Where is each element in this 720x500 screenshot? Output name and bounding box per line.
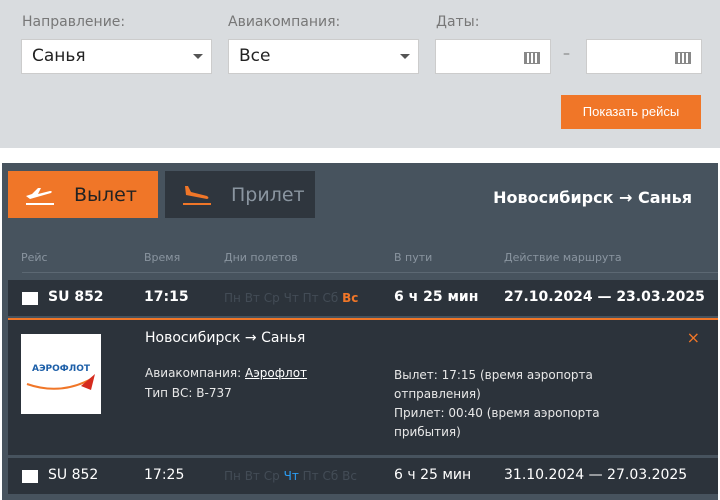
direction-value: Санья (32, 46, 86, 66)
departure-plane-icon (26, 187, 54, 205)
details-route: Новосибирск → Санья (145, 330, 306, 346)
details-departure: Вылет: 17:15 (время аэропорта отправлени… (394, 368, 593, 401)
flight-number: SU 852 (48, 289, 104, 305)
calendar-icon[interactable] (524, 52, 540, 64)
filters-panel: Направление: Санья Авиакомпания: Все Дат… (0, 0, 720, 148)
tab-arrival[interactable]: Прилет (165, 171, 315, 218)
airline-logo-icon (22, 292, 38, 305)
column-duration: В пути (394, 251, 433, 264)
flights-board: Вылет Прилет Новосибирск → Санья Рейс Вр… (2, 163, 718, 500)
flight-days: Пн Вт Ср Чт Пт Сб Вс (224, 469, 357, 483)
details-airline: Авиакомпания: Аэрофлот (145, 366, 308, 380)
tab-arrival-label: Прилет (231, 183, 305, 206)
flight-number: SU 852 (48, 467, 99, 483)
tab-departure-label: Вылет (74, 183, 137, 206)
flight-days: Пн Вт Ср Чт Пт Сб Вс (224, 291, 359, 305)
direction-label: Направление: (22, 14, 126, 30)
chevron-down-icon (400, 54, 410, 59)
arrival-plane-icon (183, 185, 211, 205)
airline-value: Все (239, 46, 271, 66)
dates-label: Даты: (436, 14, 480, 30)
details-arrival: Прилет: 00:40 (время аэропорта прибытия) (394, 406, 600, 439)
show-flights-button[interactable]: Показать рейсы (561, 95, 701, 129)
column-time: Время (144, 251, 181, 264)
column-period: Действие маршрута (504, 251, 622, 264)
column-flight: Рейс (21, 251, 48, 264)
header-divider (22, 272, 718, 273)
chevron-down-icon (193, 54, 203, 59)
flight-duration: 6 ч 25 мин (394, 467, 472, 483)
flight-period: 27.10.2024 — 23.03.2025 (504, 289, 705, 305)
details-aircraft: Тип ВС: B-737 (145, 386, 232, 400)
airline-link[interactable]: Аэрофлот (245, 366, 307, 380)
date-to-input[interactable] (586, 39, 702, 74)
flight-period: 31.10.2024 — 27.03.2025 (504, 467, 688, 483)
tab-departure[interactable]: Вылет (8, 171, 158, 218)
airline-label: Авиакомпания: (228, 14, 341, 30)
route-title: Новосибирск → Санья (493, 188, 692, 207)
flight-row[interactable]: SU 852 17:25 Пн Вт Ср Чт Пт Сб Вс 6 ч 25… (8, 458, 718, 494)
date-from-input[interactable] (435, 39, 551, 74)
direction-select[interactable]: Санья (21, 39, 212, 74)
flight-details: АЭРОФЛОТ Новосибирск → Санья Авиакомпани… (8, 318, 718, 455)
airline-logo-icon (22, 470, 38, 483)
date-dash: – (563, 46, 570, 62)
aeroflot-logo: АЭРОФЛОТ (21, 334, 101, 414)
flight-duration: 6 ч 25 мин (394, 289, 479, 305)
airline-select[interactable]: Все (228, 39, 419, 74)
column-days: Дни полетов (224, 251, 298, 264)
flight-time: 17:15 (144, 289, 189, 305)
flight-row[interactable]: SU 852 17:15 Пн Вт Ср Чт Пт Сб Вс 6 ч 25… (8, 280, 718, 316)
calendar-icon[interactable] (675, 52, 691, 64)
close-icon[interactable]: × (687, 328, 700, 347)
flight-time: 17:25 (144, 467, 185, 483)
